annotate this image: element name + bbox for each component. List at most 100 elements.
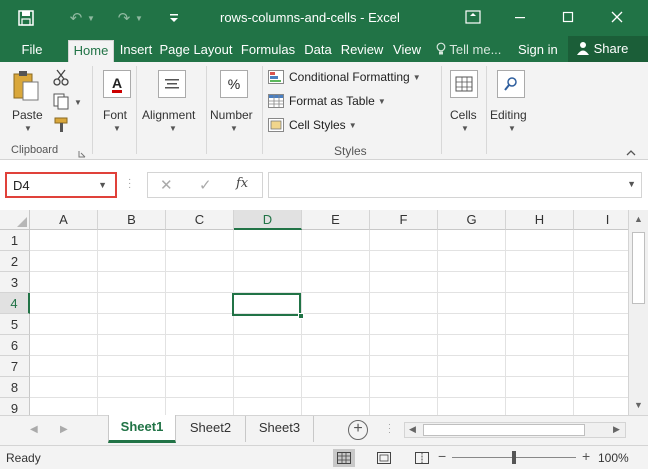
collapse-ribbon-icon[interactable] bbox=[626, 146, 636, 160]
formula-bar-grip-icon[interactable]: · · · bbox=[128, 175, 131, 193]
normal-view-icon[interactable] bbox=[333, 449, 355, 467]
format-painter-icon[interactable] bbox=[52, 116, 70, 137]
tell-me-search[interactable]: Tell me... bbox=[436, 40, 501, 62]
horizontal-scroll-thumb[interactable] bbox=[423, 424, 585, 436]
conditional-formatting-label: Conditional Formatting bbox=[289, 70, 410, 84]
sheet-tab-sheet2[interactable]: Sheet2 bbox=[176, 416, 246, 442]
scroll-right-icon[interactable]: ▶ bbox=[613, 424, 620, 435]
number-dropdown-icon: ▼ bbox=[230, 124, 238, 133]
active-cell[interactable] bbox=[232, 293, 301, 316]
sign-in-link[interactable]: Sign in bbox=[518, 40, 558, 62]
column-header[interactable]: H bbox=[506, 210, 574, 230]
column-header[interactable]: D bbox=[234, 210, 302, 230]
row-header[interactable]: 3 bbox=[0, 272, 30, 293]
row-header[interactable]: 9 bbox=[0, 398, 30, 415]
column-header[interactable]: E bbox=[302, 210, 370, 230]
zoom-out-button[interactable]: − bbox=[438, 448, 446, 464]
horizontal-scrollbar[interactable]: ◀ ▶ bbox=[404, 422, 626, 438]
tab-home[interactable]: Home bbox=[68, 40, 114, 62]
sheet-tab-sheet3[interactable]: Sheet3 bbox=[246, 416, 314, 442]
add-sheet-button[interactable]: + bbox=[348, 420, 368, 440]
maximize-icon[interactable] bbox=[553, 4, 583, 30]
page-break-view-icon[interactable] bbox=[411, 449, 433, 467]
zoom-in-button[interactable]: + bbox=[582, 448, 590, 464]
row-header[interactable]: 5 bbox=[0, 314, 30, 335]
alignment-button[interactable]: Alignment ▼ bbox=[140, 66, 204, 138]
close-icon[interactable] bbox=[602, 4, 632, 30]
dialog-launcher-icon[interactable] bbox=[78, 147, 86, 161]
conditional-formatting-button[interactable]: Conditional Formatting ▼ bbox=[268, 67, 421, 87]
name-box-dropdown-icon[interactable]: ▼ bbox=[98, 180, 107, 190]
share-button[interactable]: Share bbox=[568, 36, 648, 62]
previous-sheet-icon[interactable]: ◀ bbox=[30, 424, 38, 435]
number-button[interactable]: % Number ▼ bbox=[208, 66, 260, 138]
column-header[interactable]: G bbox=[438, 210, 506, 230]
zoom-level[interactable]: 100% bbox=[598, 451, 629, 465]
tab-review[interactable]: Review bbox=[339, 40, 385, 62]
ribbon-display-icon[interactable] bbox=[458, 4, 488, 30]
font-dropdown-icon: ▼ bbox=[113, 124, 121, 133]
customize-qat-icon[interactable] bbox=[162, 6, 186, 30]
row-header[interactable]: 6 bbox=[0, 335, 30, 356]
paste-button[interactable]: Paste ▼ bbox=[8, 66, 48, 136]
enter-entry-button[interactable]: ✓ bbox=[199, 176, 212, 194]
format-as-table-icon bbox=[268, 94, 284, 108]
zoom-slider-thumb[interactable] bbox=[512, 451, 516, 464]
cancel-entry-button[interactable]: ✕ bbox=[160, 176, 173, 194]
copy-dropdown-icon[interactable]: ▼ bbox=[74, 98, 82, 107]
lightbulb-icon bbox=[436, 42, 449, 57]
number-label: Number bbox=[210, 108, 253, 122]
worksheet-grid: ABCDEFGHI 123456789 bbox=[0, 210, 648, 415]
name-box[interactable]: D4 ▼ bbox=[5, 172, 117, 198]
save-icon[interactable] bbox=[14, 6, 38, 30]
cell-styles-button[interactable]: Cell Styles ▼ bbox=[268, 115, 357, 135]
fill-handle[interactable] bbox=[298, 313, 304, 319]
sheet-tab-sheet1[interactable]: Sheet1 bbox=[108, 415, 176, 443]
column-header[interactable]: A bbox=[30, 210, 98, 230]
tab-page-layout[interactable]: Page Layout bbox=[159, 40, 233, 62]
title-bar: ↶ ▼ ↷ ▼ rows-columns-and-cells - Excel bbox=[0, 0, 648, 36]
tab-data[interactable]: Data bbox=[301, 40, 335, 62]
row-header[interactable]: 7 bbox=[0, 356, 30, 377]
page-layout-view-icon[interactable] bbox=[373, 449, 395, 467]
row-header[interactable]: 4 bbox=[0, 293, 30, 314]
tab-file[interactable]: File bbox=[14, 40, 50, 62]
undo-dropdown-icon[interactable]: ▼ bbox=[84, 6, 98, 30]
tab-formulas[interactable]: Formulas bbox=[238, 40, 298, 62]
scroll-down-icon[interactable]: ▼ bbox=[634, 400, 643, 410]
font-button[interactable]: A Font ▼ bbox=[100, 66, 134, 138]
next-sheet-icon[interactable]: ▶ bbox=[60, 424, 68, 435]
scroll-up-icon[interactable]: ▲ bbox=[634, 214, 643, 224]
redo-dropdown-icon[interactable]: ▼ bbox=[132, 6, 146, 30]
cells-area[interactable] bbox=[30, 230, 628, 415]
cells-button[interactable]: Cells ▼ bbox=[446, 66, 484, 138]
ribbon-separator bbox=[136, 66, 137, 154]
expand-formula-bar-icon[interactable]: ▼ bbox=[627, 179, 636, 189]
column-header[interactable]: B bbox=[98, 210, 166, 230]
scroll-left-icon[interactable]: ◀ bbox=[409, 424, 416, 435]
minimize-icon[interactable] bbox=[505, 4, 535, 30]
tab-insert[interactable]: Insert bbox=[116, 40, 156, 62]
vertical-scrollbar[interactable]: ▲ ▼ bbox=[628, 210, 648, 415]
select-all-button[interactable] bbox=[0, 210, 30, 230]
cut-icon[interactable] bbox=[52, 68, 70, 89]
row-header[interactable]: 8 bbox=[0, 377, 30, 398]
row-header[interactable]: 1 bbox=[0, 230, 30, 251]
column-header[interactable]: F bbox=[370, 210, 438, 230]
row-header[interactable]: 2 bbox=[0, 251, 30, 272]
copy-icon[interactable] bbox=[52, 92, 70, 113]
formula-input[interactable]: ▼ bbox=[268, 172, 642, 198]
vertical-scroll-thumb[interactable] bbox=[632, 232, 645, 304]
conditional-formatting-dropdown-icon: ▼ bbox=[412, 72, 421, 82]
paste-dropdown-icon[interactable]: ▼ bbox=[24, 124, 32, 133]
tab-split-grip-icon[interactable]: · · · bbox=[388, 420, 391, 437]
insert-function-button[interactable]: fx bbox=[236, 176, 248, 191]
column-header[interactable]: C bbox=[166, 210, 234, 230]
editing-button[interactable]: Editing ▼ bbox=[488, 66, 534, 138]
format-as-table-label: Format as Table bbox=[289, 94, 375, 108]
tab-view[interactable]: View bbox=[389, 40, 425, 62]
name-box-value: D4 bbox=[13, 178, 30, 193]
ribbon-separator bbox=[262, 66, 263, 154]
paste-label: Paste bbox=[12, 108, 43, 122]
format-as-table-button[interactable]: Format as Table ▼ bbox=[268, 91, 386, 111]
